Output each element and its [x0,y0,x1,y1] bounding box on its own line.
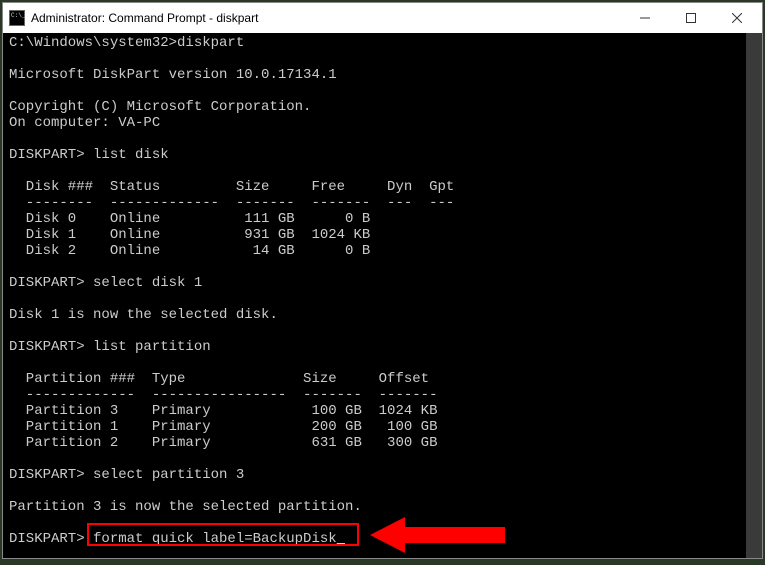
terminal-line: C:\Windows\system32>diskpart [9,35,756,51]
terminal-line: Disk 2 Online 14 GB 0 B [9,243,756,259]
minimize-icon [640,13,650,23]
close-button[interactable] [714,3,760,33]
terminal-line [9,483,756,499]
terminal-line: Microsoft DiskPart version 10.0.17134.1 [9,67,756,83]
terminal-line: Partition ### Type Size Offset [9,371,756,387]
window-title: Administrator: Command Prompt - diskpart [31,11,622,25]
terminal-line [9,51,756,67]
terminal-line: Copyright (C) Microsoft Corporation. [9,99,756,115]
terminal-line: DISKPART> select disk 1 [9,275,756,291]
titlebar[interactable]: Administrator: Command Prompt - diskpart [3,3,762,33]
terminal-line [9,131,756,147]
terminal-line: -------- ------------- ------- ------- -… [9,195,756,211]
terminal-line: Partition 2 Primary 631 GB 300 GB [9,435,756,451]
terminal-line [9,451,756,467]
cursor [337,531,345,547]
scrollbar[interactable] [746,33,762,558]
terminal-line [9,291,756,307]
scrollbar-thumb[interactable] [746,33,762,558]
terminal-line [9,163,756,179]
terminal-output[interactable]: C:\Windows\system32>diskpart Microsoft D… [3,33,762,558]
terminal-line: Disk ### Status Size Free Dyn Gpt [9,179,756,195]
terminal-line: DISKPART> format quick label=BackupDisk [9,531,756,547]
terminal-line: Disk 0 Online 111 GB 0 B [9,211,756,227]
terminal-line: Disk 1 is now the selected disk. [9,307,756,323]
terminal-line [9,515,756,531]
maximize-button[interactable] [668,3,714,33]
terminal-line: DISKPART> list disk [9,147,756,163]
window-controls [622,3,760,33]
cmd-icon [9,10,25,26]
command-prompt-window: Administrator: Command Prompt - diskpart… [2,2,763,559]
terminal-line: Partition 3 is now the selected partitio… [9,499,756,515]
close-icon [732,13,742,23]
terminal-line: Disk 1 Online 931 GB 1024 KB [9,227,756,243]
terminal-line: ------------- ---------------- ------- -… [9,387,756,403]
minimize-button[interactable] [622,3,668,33]
terminal-line: Partition 3 Primary 100 GB 1024 KB [9,403,756,419]
terminal-line [9,259,756,275]
terminal-line: DISKPART> select partition 3 [9,467,756,483]
terminal-line [9,323,756,339]
terminal-line [9,355,756,371]
terminal-line [9,83,756,99]
terminal-line: Partition 1 Primary 200 GB 100 GB [9,419,756,435]
maximize-icon [686,13,696,23]
terminal-line: DISKPART> list partition [9,339,756,355]
terminal-line: On computer: VA-PC [9,115,756,131]
